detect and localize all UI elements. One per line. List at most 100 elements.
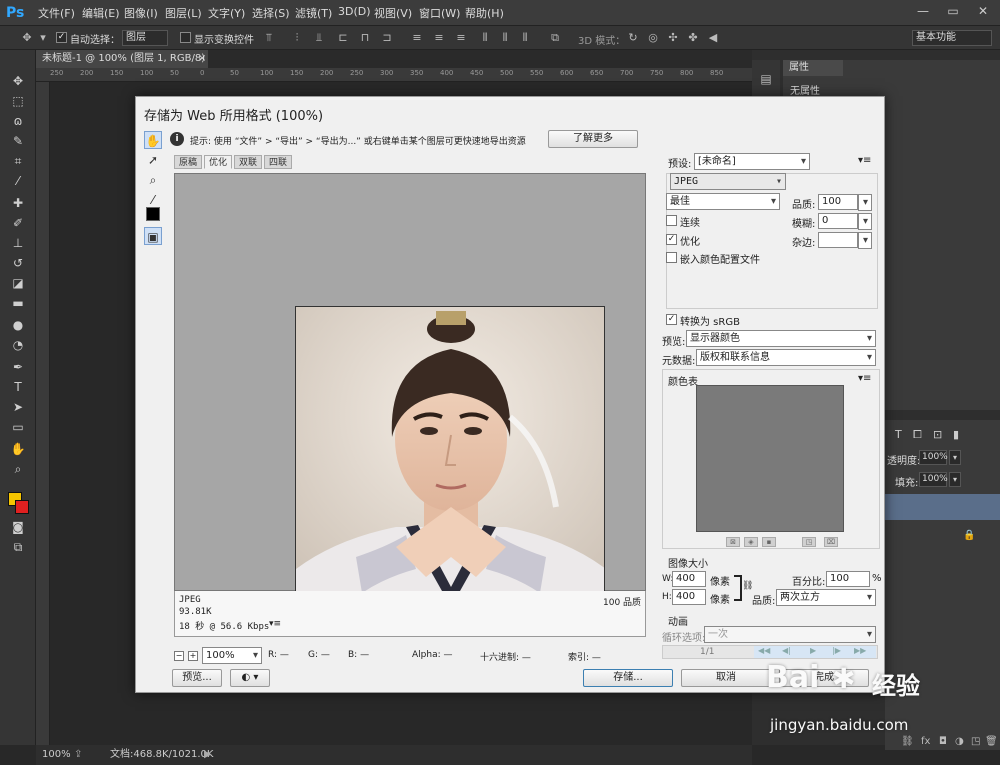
link-proportions-icon[interactable]: ⛓	[742, 581, 753, 591]
next-frame-icon[interactable]: |▶	[832, 646, 841, 655]
distribute-left-icon[interactable]: ⫴	[478, 31, 492, 45]
tab-original[interactable]: 原稿	[174, 155, 203, 169]
menu-window[interactable]: 窗口(W)	[419, 5, 460, 21]
zoom-dropdown[interactable]: 100%	[202, 647, 262, 664]
eyedropper-color-swatch[interactable]	[146, 207, 160, 221]
quick-mask-icon[interactable]: ◙	[9, 518, 27, 536]
blur-input[interactable]: 0	[818, 213, 858, 229]
eyedropper-tool-icon[interactable]: ⁄	[9, 172, 27, 190]
selected-layer-row[interactable]	[885, 494, 1000, 520]
matte-swatch[interactable]	[818, 232, 858, 248]
align-bottom-icon[interactable]: ⫫	[312, 31, 326, 45]
shape-filter-icon[interactable]: ⧠	[913, 428, 922, 442]
background-color-swatch[interactable]	[15, 500, 29, 514]
zoom-readout[interactable]: 100%	[42, 745, 71, 765]
optimized-checkbox[interactable]: ✓	[666, 234, 677, 245]
type-filter-icon[interactable]: T	[895, 428, 902, 441]
chevron-down-icon[interactable]: ▾	[36, 31, 50, 45]
history-panel-icon[interactable]: ▤	[757, 70, 775, 88]
info-menu-icon[interactable]: ▾≡	[269, 619, 281, 629]
3d-roll-icon[interactable]: ◎	[646, 31, 660, 45]
preview-canvas[interactable]	[174, 173, 646, 614]
shape-tool-icon[interactable]: ▭	[9, 418, 27, 436]
history-brush-icon[interactable]: ↺	[9, 254, 27, 272]
lock-color-icon[interactable]: ▪	[762, 537, 776, 547]
screen-mode-icon[interactable]: ⧉	[9, 538, 27, 556]
matte-dropdown-button[interactable]	[858, 232, 872, 249]
save-button[interactable]: 存储...	[583, 669, 673, 687]
zoom-tool-icon[interactable]: ⌕	[9, 460, 27, 478]
play-icon[interactable]: ▶	[810, 646, 816, 655]
slice-select-icon[interactable]: ➚	[144, 151, 162, 169]
quality-dropdown-button[interactable]	[858, 194, 872, 211]
cancel-button[interactable]: 取消	[681, 669, 771, 687]
menu-type[interactable]: 文字(Y)	[208, 5, 245, 21]
maximize-button[interactable]: ▭	[940, 2, 966, 20]
opacity-input[interactable]: 100%	[919, 450, 948, 465]
dodge-tool-icon[interactable]: ◔	[9, 336, 27, 354]
align-vcenter-icon[interactable]: ⫶	[290, 31, 304, 45]
lasso-tool-icon[interactable]: ɷ	[9, 112, 27, 130]
resample-dropdown[interactable]: 两次立方	[776, 589, 876, 606]
preview-mode-dropdown[interactable]: 显示器颜色	[686, 330, 876, 347]
learn-more-button[interactable]: 了解更多	[548, 130, 638, 148]
progressive-checkbox[interactable]	[666, 215, 677, 226]
metadata-dropdown[interactable]: 版权和联系信息	[696, 349, 876, 366]
close-window-button[interactable]: ✕	[970, 2, 996, 20]
tab-optimized[interactable]: 优化	[204, 155, 233, 169]
percent-input[interactable]: 100	[826, 571, 870, 587]
3d-slide-icon[interactable]: ✤	[686, 31, 700, 45]
align-top-icon[interactable]: ⫪	[262, 31, 276, 45]
distribute-hcenter-icon[interactable]: ⫴	[498, 31, 512, 45]
auto-select-checkbox[interactable]: ✓	[56, 32, 67, 43]
document-tab[interactable]: 未标题-1 @ 100% (图层 1, RGB/8) * ×	[36, 50, 208, 68]
width-input[interactable]: 400	[672, 571, 706, 587]
gradient-tool-icon[interactable]: ▬	[9, 294, 27, 312]
preset-menu-icon[interactable]: ▾≡	[858, 155, 871, 166]
browser-preview-button[interactable]: ◐ ▾	[230, 669, 270, 687]
hand-tool-icon[interactable]: ✋	[9, 440, 27, 458]
quality-input[interactable]: 100	[818, 194, 858, 210]
preset-dropdown[interactable]: [未命名]	[694, 153, 810, 170]
type-tool-icon[interactable]: T	[9, 378, 27, 396]
distribute-bottom-icon[interactable]: ≡	[454, 31, 468, 45]
last-frame-icon[interactable]: ▶▶	[854, 646, 866, 655]
first-frame-icon[interactable]: ◀◀	[758, 646, 770, 655]
3d-pan-icon[interactable]: ✣	[666, 31, 680, 45]
fill-dropdown-icon[interactable]: ▾	[949, 472, 961, 487]
menu-image[interactable]: 图像(I)	[124, 5, 158, 21]
auto-align-icon[interactable]: ⧉	[548, 31, 562, 45]
brush-tool-icon[interactable]: ✐	[9, 214, 27, 232]
smart-filter-icon[interactable]: ⊡	[933, 428, 942, 441]
properties-tab[interactable]: 属性	[783, 60, 843, 76]
minimize-button[interactable]: —	[910, 2, 936, 20]
menu-3d[interactable]: 3D(D)	[338, 5, 371, 18]
convert-srgb-checkbox[interactable]: ✓	[666, 314, 677, 325]
auto-select-dropdown[interactable]: 图层	[122, 30, 168, 46]
blur-dropdown-button[interactable]	[858, 213, 872, 230]
color-table-swatches[interactable]	[696, 385, 844, 532]
distribute-right-icon[interactable]: ⫴	[518, 31, 532, 45]
tab-2up[interactable]: 双联	[234, 155, 263, 169]
align-hcenter-icon[interactable]: ⊓	[358, 31, 372, 45]
height-input[interactable]: 400	[672, 589, 706, 605]
filter-toggle-icon[interactable]: ▮	[953, 428, 959, 441]
menu-help[interactable]: 帮助(H)	[465, 5, 504, 21]
move-tool-icon[interactable]: ✥	[9, 72, 27, 90]
toggle-slices-icon[interactable]: ▣	[144, 227, 162, 245]
quality-preset-dropdown[interactable]: 最佳	[666, 193, 780, 210]
web-shift-icon[interactable]: ◈	[744, 537, 758, 547]
move-tool-icon[interactable]: ✥	[20, 31, 34, 45]
distribute-vcenter-icon[interactable]: ≡	[432, 31, 446, 45]
new-layer-icon[interactable]: ◳	[971, 736, 980, 747]
embed-profile-checkbox[interactable]	[666, 252, 677, 263]
menu-edit[interactable]: 编辑(E)	[82, 5, 120, 21]
healing-brush-icon[interactable]: ✚	[9, 194, 27, 212]
map-transparent-icon[interactable]: ⊠	[726, 537, 740, 547]
menu-file[interactable]: 文件(F)	[38, 5, 75, 21]
hand-tool-icon[interactable]: ✋	[144, 131, 162, 149]
preview-button[interactable]: 预览...	[172, 669, 222, 687]
close-tab-icon[interactable]: ×	[198, 50, 206, 68]
prev-frame-icon[interactable]: ◀|	[782, 646, 791, 655]
workspace-dropdown[interactable]: 基本功能	[912, 30, 992, 46]
